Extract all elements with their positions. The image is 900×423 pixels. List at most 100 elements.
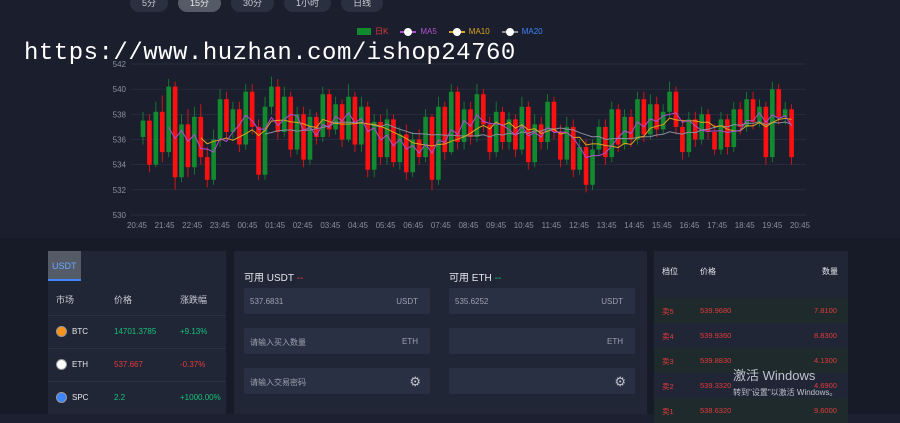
y-tick-label: 536 [113, 136, 127, 145]
market-list-panel: USDT 市场 价格 涨跌幅 BTC 14701.3785 +9.13% ETH 537… [48, 251, 226, 414]
candle-body [269, 86, 274, 107]
market-row[interactable]: BTC 14701.3785 +9.13% [48, 315, 226, 348]
sell-amount-unit: ETH [607, 337, 623, 346]
candle-body [166, 86, 171, 153]
tab-usdt[interactable]: USDT [48, 251, 81, 281]
candle-body [172, 86, 178, 178]
spc-icon [56, 392, 67, 403]
candle-body [442, 106, 448, 153]
order-book-row[interactable]: 卖5 539.9680 7.8100 [654, 298, 848, 323]
x-tick-label: 03:45 [320, 221, 341, 230]
market-row[interactable]: SPC 2.2 +1000.00% [48, 381, 226, 414]
buy-password-input[interactable]: 请输入交易密码 ⚙ [244, 368, 430, 394]
timeframe-button[interactable]: 日线 [341, 0, 384, 12]
candle-body [609, 109, 615, 158]
legend-ma10[interactable]: MA10 [448, 27, 490, 36]
candle-body [628, 116, 634, 140]
ask-level: 卖1 [662, 407, 674, 416]
market-symbol: ETH [72, 360, 88, 369]
legend-k[interactable]: 日K [357, 26, 388, 37]
market-symbol: SPC [72, 393, 89, 402]
sell-price-input[interactable]: 535.6252 USDT [449, 288, 635, 314]
candle-body [410, 139, 416, 173]
x-tick-label: 20:45 [127, 221, 148, 230]
buy-price-input[interactable]: 537.6831 USDT [244, 288, 430, 314]
candle-body [320, 94, 326, 137]
legend-ma10-label: MA10 [468, 27, 490, 36]
x-tick-label: 14:45 [624, 221, 645, 230]
timeframe-button[interactable]: 1小时 [284, 0, 332, 12]
legend-k-label: 日K [375, 27, 389, 36]
candle-body [281, 96, 287, 132]
order-book-row[interactable]: 卖4 539.9360 8.8300 [654, 323, 848, 348]
candle-body [140, 120, 146, 137]
buy-available-label: 可用 USDT [244, 273, 294, 284]
ethereum-icon [56, 359, 67, 370]
trade-form-panel: 可用 USDT -- 可用 ETH -- 537.6831 USDT 535.6… [234, 251, 647, 414]
candle-body [159, 111, 165, 153]
sell-available: 可用 ETH -- [449, 269, 501, 284]
chart-legend: 日K MA5 MA10 MA20 [357, 26, 543, 37]
market-change: +9.13% [180, 327, 208, 336]
x-tick-label: 04:45 [348, 221, 369, 230]
candlestick-chart[interactable]: 53053253453653854054220:45 21:45 22:45 23:4… [0, 50, 900, 238]
legend-ma20-line [501, 27, 518, 36]
x-tick-label: 19:45 [762, 221, 783, 230]
ask-price: 539.9360 [700, 331, 732, 340]
timeframe-selector: 5分 15分 30分 1小时 日线 [130, 0, 384, 12]
ask-price: 539.3320 [700, 381, 732, 390]
candle-body [448, 91, 454, 153]
candle-body [660, 111, 666, 130]
candle-body [359, 106, 364, 145]
activation-subtitle: 转到"设置"以激活 Windows。 [733, 388, 838, 397]
candle-body [558, 131, 563, 160]
gear-icon[interactable]: ⚙ [409, 374, 421, 390]
header-price: 价格 [700, 267, 716, 276]
candle-body [725, 119, 730, 148]
candle-body [692, 119, 698, 140]
buy-amount-input[interactable]: 请输入买入数量 ETH [244, 328, 430, 354]
timeframe-button[interactable]: 30分 [231, 0, 275, 12]
candle-body [731, 109, 737, 148]
ask-price: 539.9680 [700, 306, 732, 315]
watermark-url: https://www.huzhan.com/ishop24760 [24, 40, 516, 67]
candle-body [525, 106, 531, 163]
candle-body [204, 157, 210, 180]
legend-ma10-line [448, 27, 465, 36]
x-tick-label: 07:45 [431, 221, 452, 230]
x-tick-label: 12:45 [569, 221, 590, 230]
ask-qty: 4.1300 [814, 356, 837, 365]
x-tick-label: 11:45 [542, 221, 562, 230]
buy-available: 可用 USDT -- [244, 269, 303, 284]
candle-body [776, 89, 782, 117]
ask-level: 卖5 [662, 307, 674, 316]
timeframe-button[interactable]: 5分 [130, 0, 169, 12]
candle-body [198, 116, 204, 158]
candle-body [224, 99, 229, 132]
candle-body [493, 111, 499, 153]
candle-body [429, 116, 435, 180]
candle-body [596, 126, 602, 150]
legend-ma20[interactable]: MA20 [501, 27, 543, 36]
candle-body [673, 91, 679, 127]
timeframe-button[interactable]: 15分 [178, 0, 222, 12]
legend-ma5[interactable]: MA5 [400, 27, 437, 36]
candle-body [699, 114, 704, 140]
market-price: 14701.3785 [114, 327, 157, 336]
sell-amount-input[interactable]: ETH [449, 328, 635, 354]
header-price: 价格 [114, 295, 133, 305]
chart-area: 5分 15分 30分 1小时 日线 日K MA5 MA10 MA20 530 532 534… [0, 0, 900, 238]
buy-amount-placeholder: 请输入买入数量 [250, 338, 306, 347]
candle-body [635, 99, 640, 140]
legend-ma5-label: MA5 [420, 27, 437, 36]
market-row[interactable]: ETH 537.667 -0.37% [48, 348, 226, 381]
sell-password-input[interactable]: ⚙ [449, 368, 635, 394]
candle-body [718, 119, 724, 150]
candle-body [763, 106, 769, 158]
candle-body [570, 126, 576, 170]
x-tick-label: 18:45 [735, 221, 756, 230]
candle-body [712, 131, 717, 150]
gear-icon[interactable]: ⚙ [614, 374, 626, 390]
order-book-row[interactable]: 卖1 538.6320 9.6000 [654, 398, 848, 423]
ask-level: 卖3 [662, 357, 674, 366]
